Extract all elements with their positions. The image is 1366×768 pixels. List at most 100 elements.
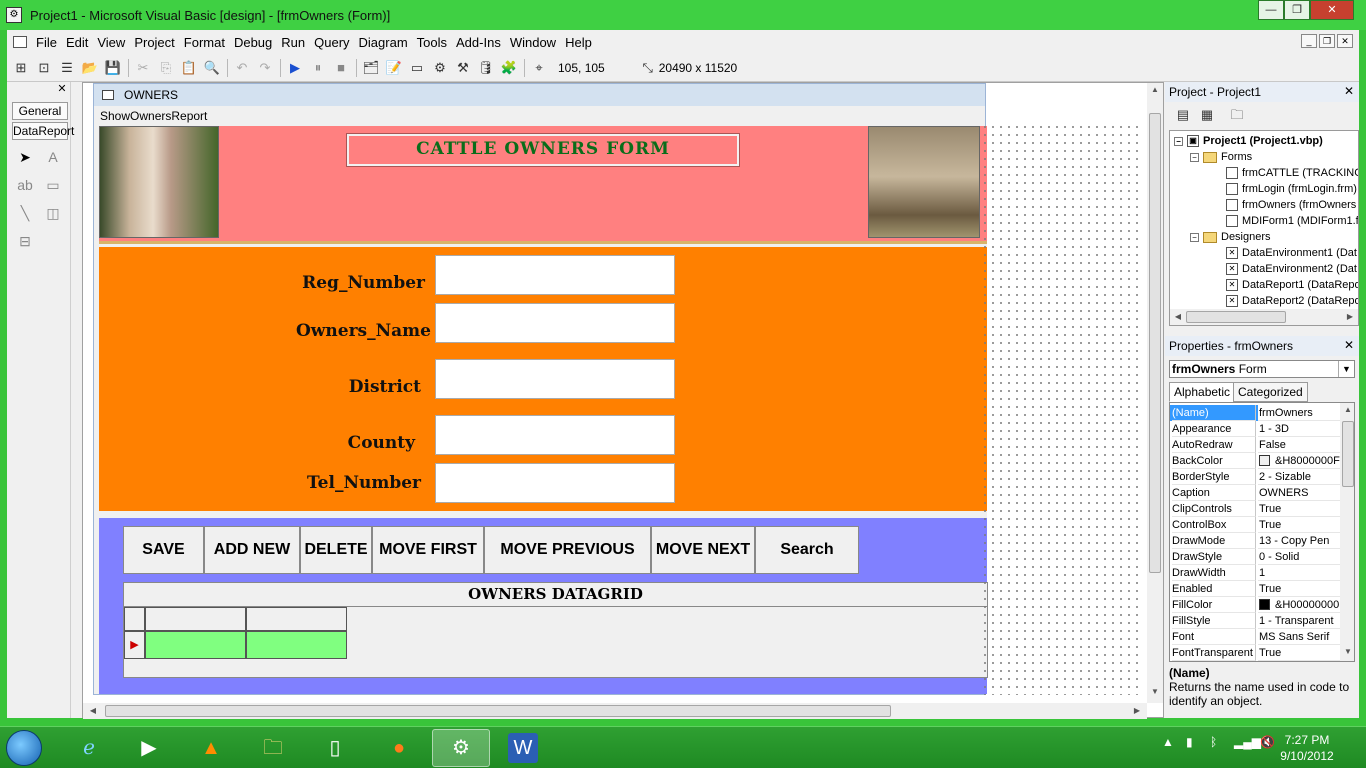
scroll-right-icon[interactable]: ▶ (1342, 312, 1358, 321)
bluetooth-icon[interactable]: ᛒ (1210, 735, 1217, 749)
tree-designer-item[interactable]: ✕ DataEnvironment1 (Dat (1226, 247, 1357, 259)
property-row[interactable]: DrawStyle 0 - Solid (1170, 549, 1340, 565)
property-value[interactable]: True (1258, 645, 1340, 661)
tab-alphabetic[interactable]: Alphabetic (1169, 382, 1236, 402)
row-selector-icon[interactable]: ▶ (124, 631, 145, 659)
property-value[interactable]: 13 - Copy Pen (1258, 533, 1340, 549)
redo-icon[interactable]: ↷ (256, 59, 274, 77)
toolbox-tab-datareport[interactable]: DataReport (12, 122, 74, 140)
battery-icon[interactable]: ▮ (1186, 735, 1193, 749)
taskbar-clock[interactable]: 7:27 PM 9/10/2012 (1272, 732, 1342, 764)
tree-designer-item[interactable]: ✕ DataReport2 (DataRepo (1226, 295, 1358, 307)
tree-form-item[interactable]: frmLogin (frmLogin.frm) (1226, 183, 1357, 195)
image-tool-icon[interactable]: ⊟ (14, 230, 36, 252)
end-icon[interactable]: ■ (332, 59, 350, 77)
move-previous-button[interactable]: MOVE PREVIOUS (484, 526, 651, 574)
property-row[interactable]: Caption OWNERS (1170, 485, 1340, 501)
tree-form-item[interactable]: frmOwners (frmOwners (1226, 199, 1356, 211)
property-value-cell[interactable]: &H00000000 (1258, 597, 1340, 613)
property-row[interactable]: ControlBox True (1170, 517, 1340, 533)
delete-button[interactable]: DELETE (300, 526, 372, 574)
object-browser-icon[interactable]: ⚙ (431, 59, 449, 77)
property-value[interactable]: 1 - 3D (1258, 421, 1340, 437)
paste-icon[interactable]: 📋 (180, 59, 198, 77)
tree-project-root[interactable]: − ▣ Project1 (Project1.vbp) (1174, 135, 1323, 147)
district-input[interactable] (435, 359, 675, 399)
scroll-up-icon[interactable]: ▲ (1340, 405, 1354, 414)
menu-debug[interactable]: Debug (234, 35, 272, 50)
menu-show-owners-report[interactable]: ShowOwnersReport (100, 109, 207, 123)
menu-run[interactable]: Run (281, 35, 305, 50)
word-icon[interactable]: W (508, 733, 538, 763)
county-input[interactable] (435, 415, 675, 455)
tree-scroll-thumb[interactable] (1186, 311, 1286, 323)
scroll-up-icon[interactable]: ▲ (1147, 85, 1163, 94)
undo-icon[interactable]: ↶ (233, 59, 251, 77)
menu-diagram[interactable]: Diagram (359, 35, 408, 50)
toolbox-icon[interactable]: ⚒ (454, 59, 472, 77)
property-value[interactable]: OWNERS (1258, 485, 1340, 501)
property-row[interactable]: (Name) frmOwners (1170, 405, 1340, 421)
property-value[interactable]: True (1258, 581, 1340, 597)
menu-window[interactable]: Window (510, 35, 556, 50)
mdi-minimize-icon[interactable]: _ (1301, 34, 1317, 48)
property-value-cell[interactable]: &H8000000F (1258, 453, 1340, 469)
view-code-icon[interactable]: ▤ (1174, 106, 1192, 124)
property-list-scrollbar[interactable]: ▲ ▼ (1340, 403, 1354, 661)
visual-component-manager-icon[interactable]: 🧩 (500, 59, 518, 77)
close-button[interactable]: ✕ (1310, 0, 1354, 20)
menu-format[interactable]: Format (184, 35, 225, 50)
property-scroll-thumb[interactable] (1342, 421, 1354, 487)
maximize-button[interactable]: ❐ (1284, 0, 1310, 20)
property-value[interactable]: True (1258, 517, 1340, 533)
property-value[interactable]: True (1258, 501, 1340, 517)
collapse-icon[interactable]: − (1190, 232, 1199, 242)
mdi-restore-icon[interactable]: ❐ (1319, 34, 1335, 48)
media-player-icon[interactable]: ▶ (134, 733, 164, 763)
tab-categorized[interactable]: Categorized (1233, 382, 1308, 402)
project-explorer-close-icon[interactable]: ✕ (1343, 85, 1355, 97)
tree-designer-item[interactable]: ✕ DataReport1 (DataRepo (1226, 279, 1358, 291)
datagrid-cell[interactable] (246, 631, 347, 659)
minimize-button[interactable]: — (1258, 0, 1284, 20)
properties-close-icon[interactable]: ✕ (1343, 339, 1355, 351)
chevron-down-icon[interactable]: ▼ (1338, 361, 1354, 377)
property-row[interactable]: DrawMode 13 - Copy Pen (1170, 533, 1340, 549)
search-button[interactable]: Search (755, 526, 859, 574)
tree-folder-forms[interactable]: − Forms (1190, 151, 1252, 163)
internet-explorer-icon[interactable]: ℯ (74, 733, 104, 763)
scroll-left-icon[interactable]: ◀ (1170, 312, 1186, 321)
open-project-icon[interactable]: 📂 (81, 59, 99, 77)
menu-project[interactable]: Project (134, 35, 174, 50)
mdi-child-icon[interactable] (13, 36, 27, 48)
property-row[interactable]: ClipControls True (1170, 501, 1340, 517)
property-value[interactable]: MS Sans Serif (1258, 629, 1340, 645)
start-icon[interactable]: ▶ (286, 59, 304, 77)
scroll-down-icon[interactable]: ▼ (1340, 647, 1354, 656)
scroll-down-icon[interactable]: ▼ (1147, 687, 1163, 696)
menu-help[interactable]: Help (565, 35, 592, 50)
pointer-tool-icon[interactable]: ➤ (14, 146, 36, 168)
object-selector[interactable]: frmOwners Form ▼ (1169, 360, 1355, 378)
menu-edit[interactable]: Edit (66, 35, 88, 50)
show-hidden-icons[interactable]: ▲ (1162, 735, 1174, 749)
toolbox-tab-general[interactable]: General (12, 102, 68, 120)
property-value[interactable]: 2 - Sizable (1258, 469, 1340, 485)
property-value[interactable]: False (1258, 437, 1340, 453)
project-tree-scrollbar[interactable]: ◀ ▶ (1170, 309, 1358, 325)
move-first-button[interactable]: MOVE FIRST (372, 526, 484, 574)
property-row[interactable]: Enabled True (1170, 581, 1340, 597)
properties-window-icon[interactable]: 📝 (385, 59, 403, 77)
label-tool-icon[interactable]: A (42, 146, 64, 168)
datagrid-column-header[interactable] (246, 607, 347, 631)
owners-datagrid[interactable]: OWNERS DATAGRID ▶ (123, 582, 988, 678)
menu-editor-icon[interactable]: ☰ (58, 59, 76, 77)
tree-folder-designers[interactable]: − Designers (1190, 231, 1271, 243)
menu-file[interactable]: File (36, 35, 57, 50)
document-icon[interactable]: ▯ (320, 733, 350, 763)
property-value[interactable]: frmOwners (1258, 405, 1340, 421)
scroll-right-icon[interactable]: ▶ (1129, 706, 1145, 715)
reg-number-input[interactable] (435, 255, 675, 295)
add-form-icon[interactable]: ⊡ (35, 59, 53, 77)
menu-view[interactable]: View (97, 35, 125, 50)
